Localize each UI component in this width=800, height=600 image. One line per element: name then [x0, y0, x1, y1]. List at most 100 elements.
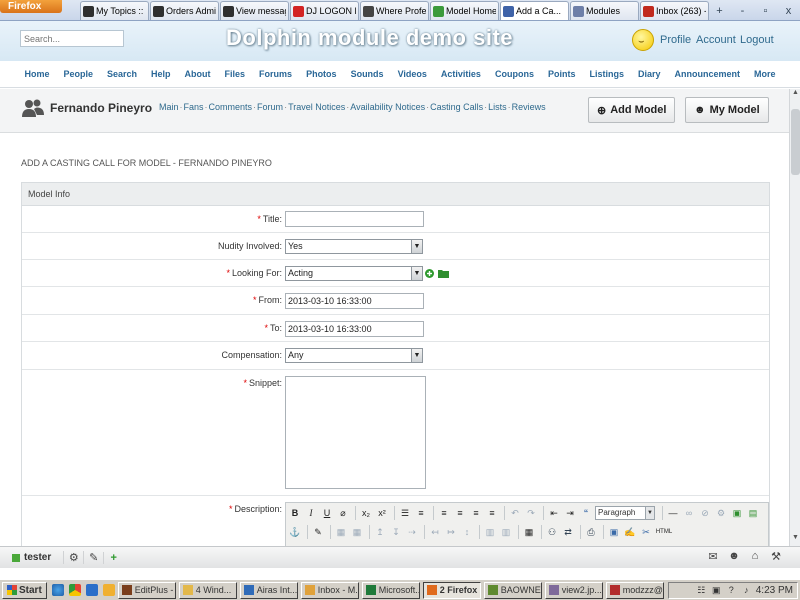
align-left-icon[interactable]: ≡ — [437, 506, 451, 520]
add-model-button[interactable]: ⊕ Add Model — [588, 97, 676, 123]
taskbar-window-button[interactable]: BAOWNE... — [483, 581, 542, 599]
quicklaunch-browser-icon[interactable] — [51, 584, 64, 596]
unlink-icon[interactable]: ⊘ — [698, 506, 712, 520]
submenu-link-casting-calls[interactable]: Casting Calls — [430, 102, 483, 112]
browser-tab[interactable]: Inbox (263) - ... — [640, 1, 709, 20]
browser-tab[interactable]: Add a Ca... — [500, 1, 569, 20]
nav-item-home[interactable]: Home — [24, 69, 49, 79]
italic-icon[interactable]: I — [304, 506, 318, 520]
maximize-icon[interactable]: ▫ — [759, 5, 773, 17]
delete-row-icon[interactable]: ⇢ — [405, 525, 419, 539]
looking-for-select[interactable]: Acting ▼ — [285, 266, 423, 281]
table-props-icon[interactable]: ▦ — [350, 525, 364, 539]
submenu-link-fans[interactable]: Fans — [184, 102, 204, 112]
find-icon[interactable]: ⚇ — [545, 525, 559, 539]
col-before-icon[interactable]: ↤ — [428, 525, 442, 539]
blockquote-icon[interactable]: “ — [579, 506, 593, 520]
numbered-list-icon[interactable]: ≡ — [414, 506, 428, 520]
insert-media-icon[interactable]: ▤ — [746, 506, 760, 520]
nav-item-files[interactable]: Files — [225, 69, 246, 79]
replace-icon[interactable]: ⇄ — [561, 525, 575, 539]
edit-icon[interactable]: ✎ — [83, 551, 103, 564]
nav-item-search[interactable]: Search — [107, 69, 137, 79]
taskbar-window-button[interactable]: Airas Int... — [239, 581, 298, 599]
align-justify-icon[interactable]: ≡ — [485, 506, 499, 520]
browser-tab[interactable]: Modules — [570, 1, 639, 20]
paragraph-format-select[interactable]: Paragraph ▼ — [595, 505, 655, 520]
print-icon[interactable]: ⎙ — [584, 525, 598, 539]
submenu-link-comments[interactable]: Comments — [209, 102, 253, 112]
redo-icon[interactable]: ↷ — [524, 506, 538, 520]
nav-item-photos[interactable]: Photos — [306, 69, 337, 79]
quicklaunch-chrome-icon[interactable] — [68, 584, 81, 596]
col-after-icon[interactable]: ↦ — [444, 525, 458, 539]
fullscreen-icon[interactable]: ▣ — [607, 525, 621, 539]
merge-cells-icon[interactable]: ▥ — [499, 525, 513, 539]
description-editor[interactable]: B I U ⌀ x₂ x² ☰ ≡ ≡ ≡ ≡ ≡ ↶ ↷ ⇤ ⇥ “ Para… — [285, 502, 769, 550]
split-cells-icon[interactable]: ▥ — [483, 525, 497, 539]
table-insert-icon[interactable]: ▦ — [334, 525, 348, 539]
submenu-link-lists[interactable]: Lists — [488, 102, 507, 112]
submenu-link-main[interactable]: Main — [159, 102, 179, 112]
align-right-icon[interactable]: ≡ — [469, 506, 483, 520]
underline-icon[interactable]: U — [320, 506, 334, 520]
html-source-button[interactable]: HTML — [655, 525, 673, 539]
add-option-icon[interactable] — [425, 269, 434, 278]
scroll-down-icon[interactable]: ▼ — [790, 534, 800, 546]
browser-tab[interactable]: Model Home — [430, 1, 499, 20]
bold-icon[interactable]: B — [288, 506, 302, 520]
nav-item-videos[interactable]: Videos — [398, 69, 427, 79]
row-after-icon[interactable]: ↧ — [389, 525, 403, 539]
browser-tab[interactable]: DJ LOGON D... — [290, 1, 359, 20]
quicklaunch-ie-icon[interactable] — [85, 584, 98, 596]
new-tab-icon[interactable]: + — [713, 5, 727, 17]
nav-item-forums[interactable]: Forums — [259, 69, 292, 79]
nav-item-coupons[interactable]: Coupons — [495, 69, 534, 79]
nav-item-activities[interactable]: Activities — [441, 69, 481, 79]
taskbar-window-button[interactable]: 4 Wind... — [178, 581, 237, 599]
cleanup-icon[interactable]: ⚙ — [714, 506, 728, 520]
compensation-select[interactable]: Any ▼ — [285, 348, 423, 363]
person-icon[interactable]: ☻ — [724, 550, 744, 562]
tools-wrench-icon[interactable]: ⚒ — [766, 550, 786, 563]
row-before-icon[interactable]: ↥ — [373, 525, 387, 539]
nav-item-about[interactable]: About — [185, 69, 211, 79]
profile-link[interactable]: Profile — [660, 34, 691, 46]
clear-format-icon[interactable]: ⌀ — [336, 506, 350, 520]
link-icon[interactable]: ∞ — [682, 506, 696, 520]
nudity-select[interactable]: Yes ▼ — [285, 239, 423, 254]
taskbar-window-button[interactable]: EditPlus - ... — [117, 581, 176, 599]
submenu-link-travel-notices[interactable]: Travel Notices — [288, 102, 345, 112]
quicklaunch-outlook-icon[interactable] — [102, 584, 115, 596]
submenu-link-availability-notices[interactable]: Availability Notices — [350, 102, 425, 112]
member-name[interactable]: tester — [24, 552, 51, 563]
taskbar-window-button[interactable]: view2.jp... — [544, 581, 603, 599]
table-icon[interactable]: ▦ — [522, 525, 536, 539]
my-model-button[interactable]: ☻ My Model — [685, 97, 769, 123]
search-input[interactable] — [20, 30, 124, 47]
settings-gear-icon[interactable]: ⚙ — [63, 551, 83, 564]
nav-item-listings[interactable]: Listings — [589, 69, 624, 79]
logout-link[interactable]: Logout — [740, 34, 774, 46]
outdent-icon[interactable]: ⇤ — [547, 506, 561, 520]
taskbar-window-button[interactable]: Microsoft... — [361, 581, 420, 599]
browser-tab[interactable]: My Topics :: ... — [80, 1, 149, 20]
monitor-icon[interactable]: ▣ — [711, 585, 722, 596]
nav-item-diary[interactable]: Diary — [638, 69, 661, 79]
subscript-icon[interactable]: x₂ — [359, 506, 373, 520]
add-icon[interactable]: + — [103, 551, 123, 564]
nav-item-more[interactable]: More — [754, 69, 776, 79]
horizontal-rule-icon[interactable]: — — [666, 506, 680, 520]
close-icon[interactable]: x — [782, 5, 796, 17]
align-center-icon[interactable]: ≡ — [453, 506, 467, 520]
to-date-field[interactable] — [285, 321, 424, 337]
folder-icon[interactable] — [438, 269, 449, 278]
paste-word-icon[interactable]: ✍ — [623, 525, 637, 539]
network-icon[interactable]: ☷ — [696, 585, 707, 596]
nav-item-people[interactable]: People — [63, 69, 93, 79]
nav-item-help[interactable]: Help — [151, 69, 171, 79]
volume-icon[interactable]: ♪ — [741, 585, 752, 596]
nav-item-points[interactable]: Points — [548, 69, 576, 79]
indent-icon[interactable]: ⇥ — [563, 506, 577, 520]
nav-item-announcement[interactable]: Announcement — [675, 69, 741, 79]
